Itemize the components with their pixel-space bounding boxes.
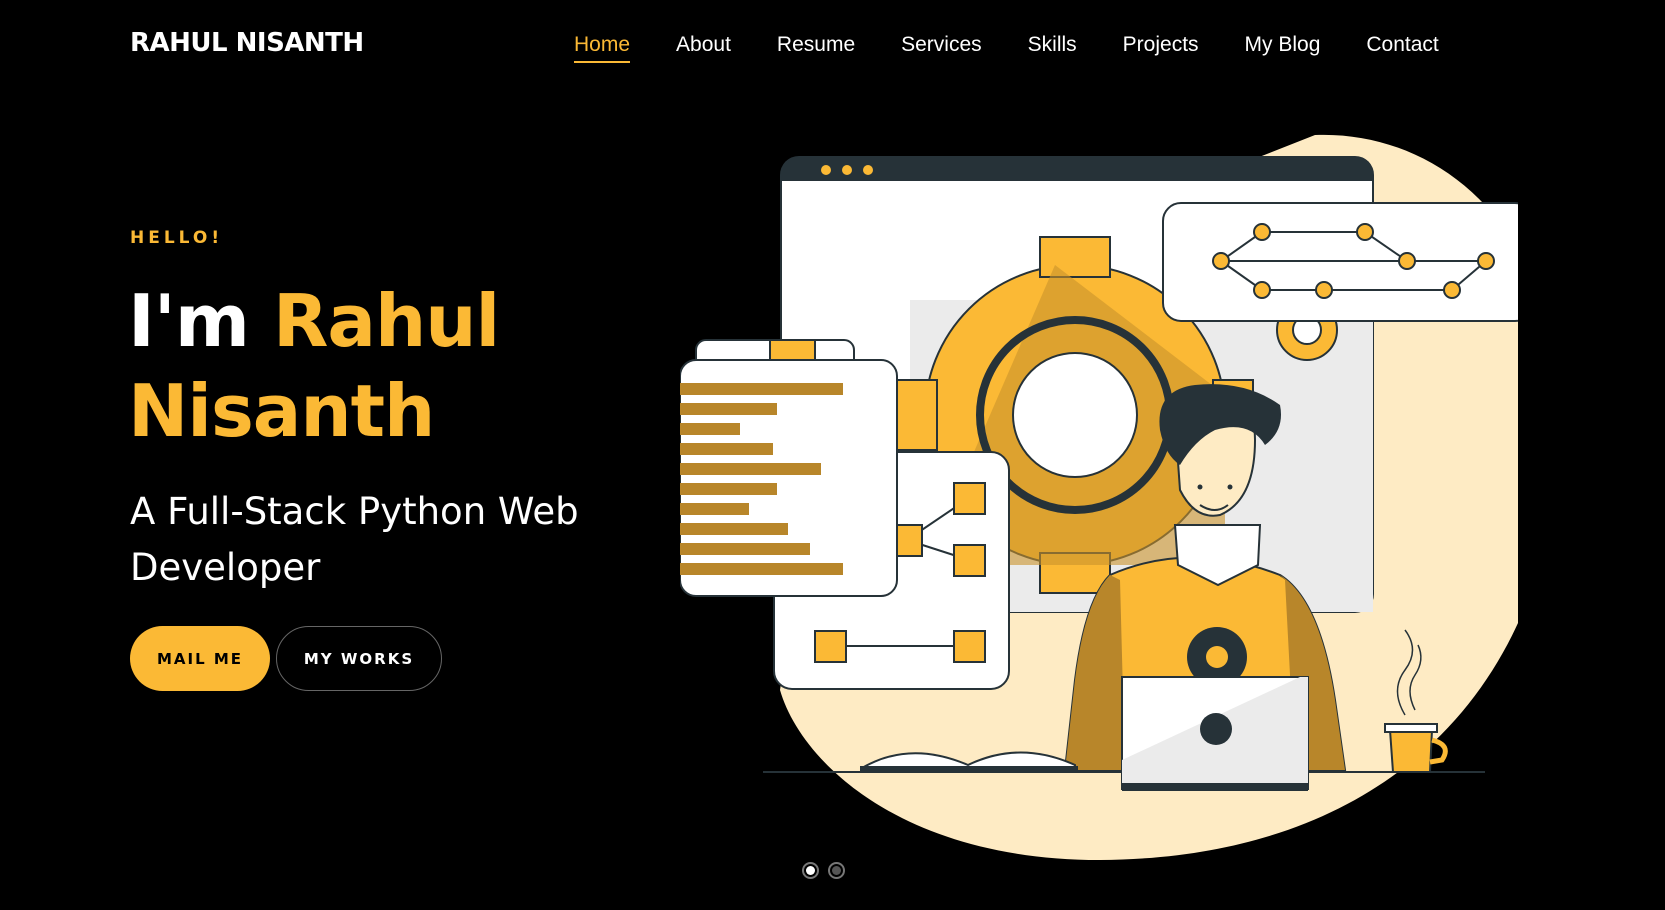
headline-last-name: Nisanth	[128, 369, 435, 453]
my-works-button[interactable]: MY WORKS	[276, 626, 442, 691]
carousel-dot-1[interactable]	[802, 862, 819, 879]
developer-illustration	[680, 134, 1518, 860]
mail-me-button[interactable]: MAIL ME	[130, 626, 270, 691]
headline-prefix: I'm	[128, 279, 250, 363]
nav-services[interactable]: Services	[901, 33, 982, 63]
headline-first-name: Rahul	[272, 279, 500, 363]
nav-skills[interactable]: Skills	[1028, 33, 1077, 63]
nav-contact[interactable]: Contact	[1366, 33, 1438, 63]
nav-resume[interactable]: Resume	[777, 33, 855, 63]
carousel-dot-2[interactable]	[828, 862, 845, 879]
hero-headline: I'm Rahul Nisanth	[128, 276, 500, 456]
nav-projects[interactable]: Projects	[1123, 33, 1199, 63]
carousel-pagination	[802, 862, 854, 879]
site-logo[interactable]: RAHUL NISANTH	[130, 28, 364, 58]
nav-home[interactable]: Home	[574, 33, 631, 63]
nav-about[interactable]: About	[676, 33, 731, 63]
nav-my-blog[interactable]: My Blog	[1245, 33, 1321, 63]
main-nav: Home About Resume Services Skills Projec…	[574, 33, 1485, 63]
hero-subtitle: A Full-Stack Python Web Developer	[130, 490, 579, 589]
hero-greeting: HELLO!	[130, 228, 224, 248]
